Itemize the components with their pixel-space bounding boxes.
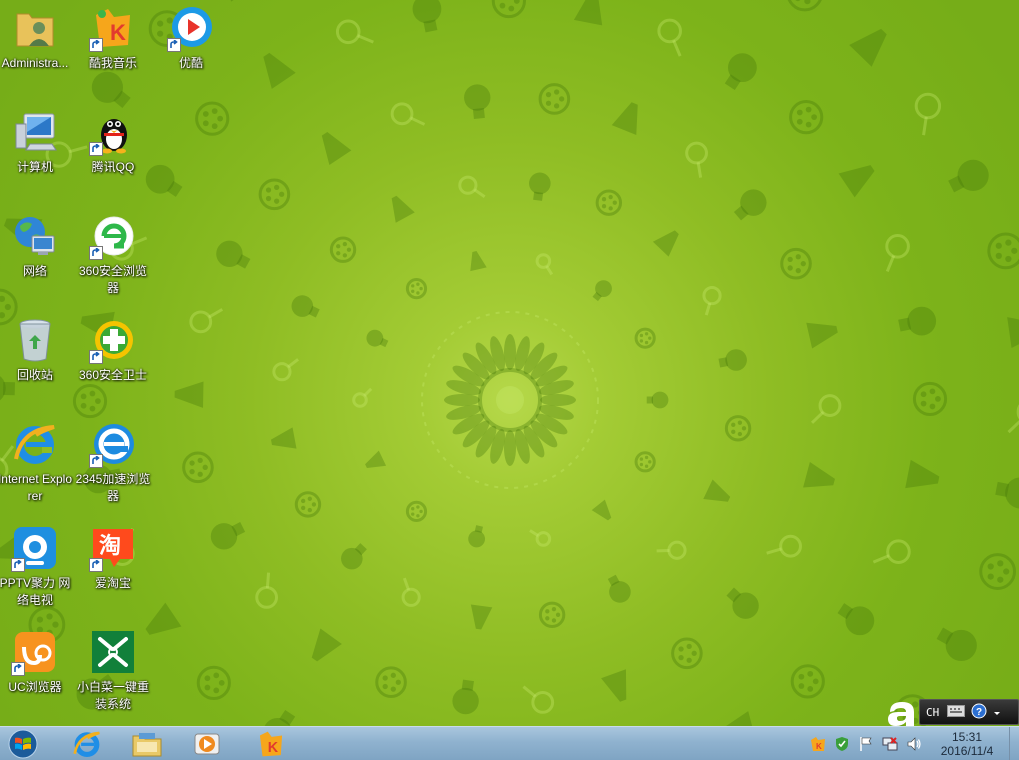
svg-text:K: K: [816, 742, 822, 751]
tray-security[interactable]: [834, 736, 850, 752]
xiaobaicai-icon: [89, 628, 137, 676]
desktop-icon-computer[interactable]: 计算机: [0, 108, 74, 176]
icon-label: 360安全浏览器: [78, 264, 148, 295]
svg-text:K: K: [268, 740, 279, 756]
show-desktop-button[interactable]: [1009, 727, 1019, 760]
shortcut-arrow-icon: [11, 662, 25, 676]
desktop[interactable]: Administra... 计算机 网络 回收站 Internet Explor…: [0, 0, 1019, 726]
network-globe-icon: [11, 212, 59, 260]
shortcut-arrow-icon: [89, 558, 103, 572]
language-bar[interactable]: CH ?: [919, 699, 1019, 725]
icon-label: 网络: [22, 264, 47, 278]
taskbar-kuwo-music[interactable]: K: [246, 728, 296, 760]
icon-label: 回收站: [16, 368, 53, 382]
media-player-icon: [194, 733, 220, 755]
volume-icon: [907, 737, 921, 751]
svg-text:淘: 淘: [99, 533, 121, 559]
desktop-icon-recycle-bin[interactable]: 回收站: [0, 316, 74, 384]
tray-volume[interactable]: [906, 736, 922, 752]
shortcut-arrow-icon: [167, 38, 181, 52]
recycle-bin-icon: [11, 316, 59, 364]
icon-label: Administra...: [1, 56, 69, 70]
icon-label: 小白菜一键重装系统: [76, 680, 149, 711]
shortcut-arrow-icon: [89, 38, 103, 52]
desktop-icon-administrator[interactable]: Administra...: [0, 4, 74, 72]
keyboard-icon[interactable]: [947, 704, 966, 720]
system-clock[interactable]: 15:31 2016/11/4: [928, 730, 1006, 758]
360-security-icon: [89, 316, 137, 364]
internet-explorer-icon: [73, 731, 100, 758]
2345-browser-icon: [89, 420, 137, 468]
desktop-icon-youku[interactable]: 优酷: [152, 4, 230, 72]
svg-text:?: ?: [976, 707, 982, 718]
icon-label: UC浏览器: [8, 680, 62, 694]
desktop-icon-taobao[interactable]: 淘 爱淘宝: [74, 524, 152, 592]
internet-explorer-icon: [11, 420, 59, 468]
icon-label: 计算机: [16, 160, 53, 174]
tray-kuwo[interactable]: K: [810, 736, 826, 752]
watermark-logo-icon: [888, 702, 914, 726]
desktop-icon-uc-browser[interactable]: UC浏览器: [0, 628, 74, 696]
kuwo-music-icon: K: [259, 731, 283, 757]
icon-label: 优酷: [178, 56, 203, 70]
svg-text:K: K: [110, 20, 126, 45]
icon-label: 360安全卫士: [78, 368, 148, 382]
desktop-icon-360-security[interactable]: 360安全卫士: [74, 316, 152, 384]
shortcut-arrow-icon: [89, 142, 103, 156]
desktop-icon-internet-explorer[interactable]: Internet Explorer: [0, 420, 74, 505]
desktop-icon-xiaobaicai[interactable]: 小白菜一键重装系统: [74, 628, 152, 713]
help-icon[interactable]: ?: [971, 703, 987, 722]
pptv-icon: [11, 524, 59, 572]
security-shield-icon: [836, 737, 848, 751]
icon-label: Internet Explorer: [0, 472, 73, 503]
desktop-icon-pptv[interactable]: PPTV聚力 网络电视: [0, 524, 74, 609]
taskbar-media-player[interactable]: [182, 728, 232, 760]
tray-network[interactable]: [882, 736, 898, 752]
shortcut-arrow-icon: [11, 558, 25, 572]
shortcut-arrow-icon: [89, 454, 103, 468]
action-center-flag-icon: [860, 737, 872, 751]
desktop-icon-kuwo-music[interactable]: K 酷我音乐: [74, 4, 152, 72]
icon-label: 腾讯QQ: [91, 160, 135, 174]
uc-browser-icon: [11, 628, 59, 676]
network-icon: [882, 737, 898, 751]
desktop-icon-360-browser[interactable]: 360安全浏览器: [74, 212, 152, 297]
computer-icon: [11, 108, 59, 156]
youku-icon: [167, 4, 215, 52]
user-folder-icon: [11, 4, 59, 52]
taskbar-internet-explorer[interactable]: [62, 728, 112, 760]
windows-start-orb-icon: [8, 729, 38, 759]
tray-action-center[interactable]: [858, 736, 874, 752]
desktop-icon-network[interactable]: 网络: [0, 212, 74, 280]
file-explorer-icon: [132, 733, 162, 757]
icon-label: 爱淘宝: [94, 576, 131, 590]
language-indicator[interactable]: CH: [924, 706, 941, 719]
clock-date: 2016/11/4: [940, 744, 994, 758]
taskbar-file-explorer[interactable]: [122, 728, 172, 760]
taskbar: K K 15:31 2016/11/4: [0, 726, 1019, 760]
kuwo-music-icon: K: [89, 4, 137, 52]
options-arrow-icon[interactable]: [993, 706, 1001, 719]
qq-penguin-icon: [89, 108, 137, 156]
desktop-icon-qq[interactable]: 腾讯QQ: [74, 108, 152, 176]
shortcut-arrow-icon: [89, 246, 103, 260]
desktop-icon-2345-browser[interactable]: 2345加速浏览器: [74, 420, 152, 505]
start-button[interactable]: [2, 728, 44, 760]
icon-label: PPTV聚力 网络电视: [0, 576, 71, 607]
clock-time: 15:31: [951, 730, 983, 744]
shortcut-arrow-icon: [89, 350, 103, 364]
360-browser-icon: [89, 212, 137, 260]
wallpaper-pattern: [0, 0, 1019, 726]
taobao-icon: 淘: [89, 524, 137, 572]
icon-label: 酷我音乐: [88, 56, 137, 70]
kuwo-tray-icon: K: [811, 737, 825, 751]
icon-label: 2345加速浏览器: [75, 472, 151, 503]
